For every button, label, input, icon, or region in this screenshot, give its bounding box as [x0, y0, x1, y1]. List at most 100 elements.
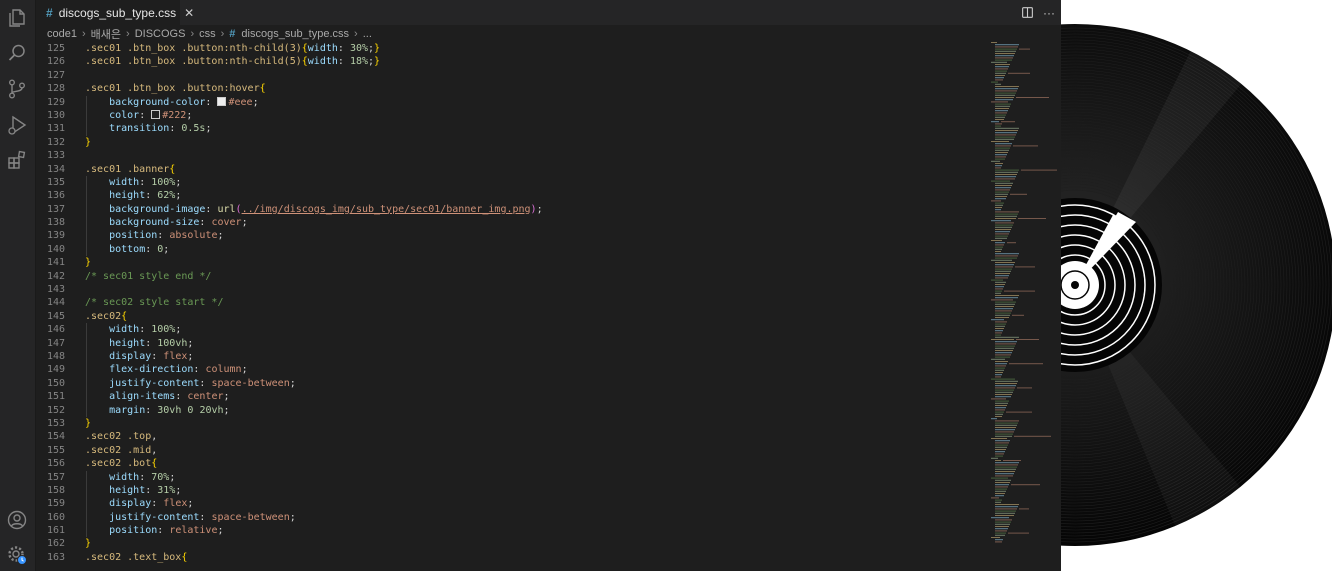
- breadcrumb-item-symbol[interactable]: ...: [363, 28, 372, 40]
- chevron-right-icon: ›: [354, 27, 358, 40]
- code-line[interactable]: 130 color: #222;: [36, 108, 986, 123]
- code-line[interactable]: 145 .sec02{: [36, 310, 986, 323]
- line-number: 159: [46, 498, 65, 510]
- code-line[interactable]: 129 background-color: #eee;: [36, 95, 986, 109]
- code-line[interactable]: 144 /* sec02 style start */: [36, 296, 986, 309]
- line-number: 153: [46, 417, 65, 429]
- code-line[interactable]: 154 .sec02 .top,: [36, 430, 986, 443]
- files-icon[interactable]: [6, 7, 28, 29]
- minimap[interactable]: [986, 42, 1061, 571]
- code-line[interactable]: 152 margin: 30vh 0 20vh;: [36, 403, 986, 417]
- code-text-area[interactable]: 125 .sec01 .btn_box .button:nth-child(3){…: [36, 42, 986, 571]
- code-line[interactable]: 126 .sec01 .btn_box .button:nth-child(5){…: [36, 55, 986, 68]
- code-line[interactable]: 161 position: relative;: [36, 524, 986, 538]
- code-line[interactable]: 151 align-items: center;: [36, 390, 986, 404]
- breadcrumb-item-css[interactable]: css: [199, 28, 216, 40]
- line-number: 142: [46, 270, 65, 282]
- line-code: }: [85, 257, 92, 269]
- activity-bar: [0, 0, 36, 571]
- line-code: display: flex;: [109, 350, 194, 362]
- line-number: 125: [46, 43, 65, 54]
- line-code: }: [85, 417, 92, 429]
- breadcrumb-item-file[interactable]: discogs_sub_type.css: [241, 28, 349, 40]
- code-line[interactable]: 125 .sec01 .btn_box .button:nth-child(3){…: [36, 42, 986, 55]
- line-code: flex-direction: column;: [109, 364, 248, 376]
- settings-gear-icon[interactable]: [6, 544, 28, 566]
- line-code: height: 62%;: [109, 190, 182, 202]
- line-number: 156: [46, 458, 65, 470]
- code-editor-window: # discogs_sub_type.css ✕ ··· code1 › 배새은…: [0, 0, 1061, 571]
- code-line[interactable]: 150 justify-content: space-between;: [36, 376, 986, 391]
- code-line[interactable]: 160 justify-content: space-between;: [36, 510, 986, 525]
- code-line[interactable]: 140 bottom: 0;: [36, 242, 986, 257]
- line-number: 131: [46, 123, 65, 135]
- code-line[interactable]: 135 width: 100%;: [36, 175, 986, 190]
- line-code: position: absolute;: [109, 230, 224, 242]
- line-number: 130: [46, 109, 65, 121]
- line-code: height: 31%;: [109, 484, 182, 496]
- run-debug-icon[interactable]: [6, 114, 28, 136]
- line-number: 150: [46, 377, 65, 389]
- code-line[interactable]: 128 .sec01 .btn_box .button:hover{: [36, 82, 986, 95]
- code-line[interactable]: 156 .sec02 .bot{: [36, 457, 986, 470]
- line-code: width: 100%;: [109, 176, 182, 188]
- code-line[interactable]: 137 background-image: url(../img/discogs…: [36, 202, 986, 217]
- breadcrumb-item-user-folder[interactable]: 배새은: [91, 26, 121, 42]
- line-number: 133: [46, 150, 65, 162]
- line-code: margin: 30vh 0 20vh;: [109, 404, 230, 416]
- code-line[interactable]: 149 flex-direction: column;: [36, 363, 986, 377]
- tab-title: discogs_sub_type.css: [58, 5, 177, 20]
- search-icon[interactable]: [6, 42, 28, 64]
- breadcrumb-item-discogs[interactable]: DISCOGS: [135, 28, 186, 40]
- code-line[interactable]: 131 transition: 0.5s;: [36, 122, 986, 136]
- code-line[interactable]: 132}: [36, 136, 986, 149]
- extensions-icon[interactable]: [6, 149, 28, 171]
- code-line[interactable]: 148 display: flex;: [36, 349, 986, 364]
- code-line[interactable]: 146 width: 100%;: [36, 323, 986, 337]
- line-code: background-color: #eee;: [109, 96, 259, 108]
- tab-discogs-sub-type-css[interactable]: # discogs_sub_type.css ✕: [36, 0, 194, 25]
- account-icon[interactable]: [6, 509, 28, 531]
- line-number: 143: [46, 284, 65, 296]
- code-line[interactable]: 134 .sec01 .banner{: [36, 163, 986, 176]
- code-line[interactable]: 139 position: absolute;: [36, 229, 986, 243]
- code-line[interactable]: 157 width: 70%;: [36, 470, 986, 484]
- line-number: 158: [46, 484, 65, 496]
- code-line[interactable]: 155 .sec02 .mid,: [36, 444, 986, 457]
- line-code: position: relative;: [109, 525, 224, 537]
- code-line[interactable]: 163 .sec02 .text_box{: [36, 551, 986, 564]
- code-line[interactable]: 158 height: 31%;: [36, 483, 986, 498]
- code-line[interactable]: 162}: [36, 537, 986, 550]
- code-line[interactable]: 136 height: 62%;: [36, 189, 986, 203]
- line-code: .sec02 .text_box{: [85, 551, 188, 563]
- code-line[interactable]: 133: [36, 149, 986, 162]
- line-number: 149: [46, 364, 65, 376]
- line-number: 163: [46, 551, 65, 563]
- line-number: 154: [46, 431, 65, 443]
- line-code: transition: 0.5s;: [109, 123, 212, 135]
- more-actions-icon[interactable]: ···: [1039, 3, 1059, 23]
- line-code: /* sec01 style end */: [85, 270, 212, 282]
- line-code: align-items: center;: [109, 391, 230, 403]
- line-number: 148: [46, 350, 65, 362]
- code-line[interactable]: 159 display: flex;: [36, 497, 986, 511]
- line-code: }: [85, 136, 92, 148]
- source-control-icon[interactable]: [6, 78, 28, 100]
- line-number: 162: [46, 538, 65, 550]
- code-line[interactable]: 127: [36, 69, 986, 82]
- breadcrumb-item-code1[interactable]: code1: [47, 28, 77, 40]
- line-number: 126: [46, 56, 65, 68]
- code-line[interactable]: 142 /* sec01 style end */: [36, 270, 986, 283]
- close-icon[interactable]: ✕: [184, 6, 194, 20]
- code-line[interactable]: 141}: [36, 256, 986, 269]
- line-number: 151: [46, 391, 65, 403]
- line-code: .sec01 .btn_box .button:nth-child(5){wid…: [85, 56, 381, 68]
- line-number: 155: [46, 444, 65, 456]
- line-code: .sec01 .banner{: [85, 163, 176, 175]
- line-code: .sec02 .top,: [85, 431, 158, 443]
- code-line[interactable]: 138 background-size: cover;: [36, 216, 986, 230]
- code-line[interactable]: 147 height: 100vh;: [36, 336, 986, 350]
- split-editor-icon[interactable]: [1017, 3, 1037, 23]
- code-line[interactable]: 143: [36, 283, 986, 296]
- code-line[interactable]: 153}: [36, 417, 986, 430]
